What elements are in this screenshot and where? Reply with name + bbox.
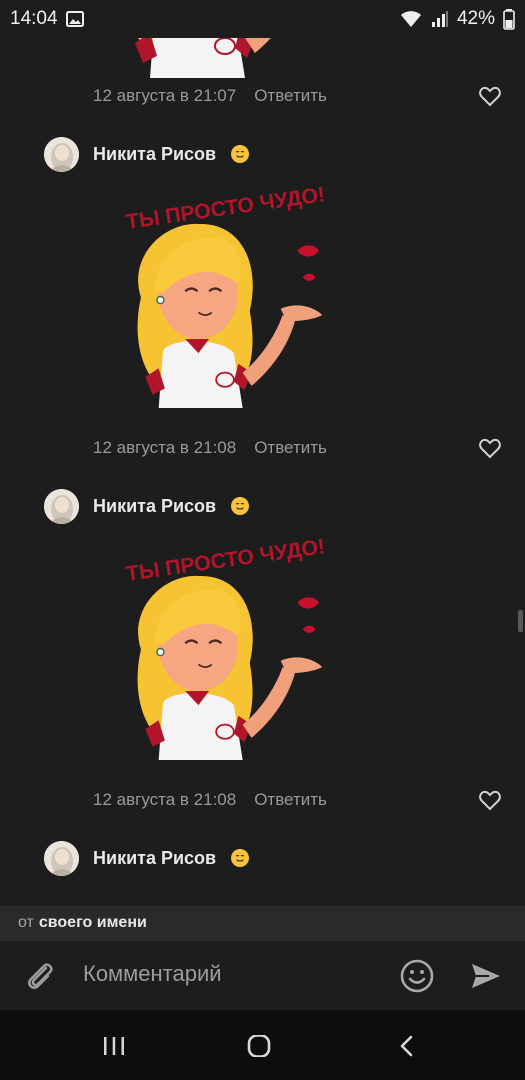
comment-input[interactable]: Комментарий	[83, 961, 222, 987]
heart-icon[interactable]	[478, 84, 502, 108]
sticker-image: ТЫ ПРОСТО ЧУДО!	[125, 535, 327, 760]
scrollbar-thumb[interactable]	[518, 610, 523, 632]
post-as-name[interactable]: своего имени	[39, 914, 147, 932]
recent-apps-icon[interactable]	[101, 1035, 127, 1057]
smile-emoji-icon	[231, 849, 250, 867]
avatar[interactable]	[44, 488, 79, 524]
heart-icon[interactable]	[478, 788, 502, 812]
sticker-caption: ТЫ ПРОСТО ЧУДО!	[125, 535, 327, 586]
heart-icon[interactable]	[478, 436, 502, 460]
comment-author-row[interactable]: Никита Рисов	[44, 840, 250, 876]
system-navigation-bar	[0, 1010, 525, 1080]
comment-meta: 12 августа в 21:08 Ответить	[93, 788, 327, 812]
author-name[interactable]: Никита Рисов	[93, 144, 216, 165]
smile-emoji-icon	[231, 497, 250, 515]
status-bar: 14:04 42%	[0, 0, 525, 38]
reply-link[interactable]: Ответить	[254, 790, 327, 810]
comments-feed[interactable]: 12 августа в 21:07 Ответить Никита Рисов…	[0, 38, 525, 906]
gallery-icon	[65, 11, 84, 27]
comment-date: 12 августа в 21:08	[93, 438, 237, 457]
emoji-icon[interactable]	[399, 958, 435, 994]
wifi-icon	[400, 11, 421, 27]
attach-icon[interactable]	[24, 959, 56, 993]
sticker-caption: ТЫ ПРОСТО ЧУДО!	[125, 183, 327, 234]
smile-emoji-icon	[231, 145, 250, 163]
post-as-prefix: от	[18, 914, 34, 931]
avatar[interactable]	[44, 136, 79, 172]
reply-link[interactable]: Ответить	[254, 86, 327, 106]
comment-meta: 12 августа в 21:08 Ответить	[93, 436, 327, 460]
author-name[interactable]: Никита Рисов	[93, 848, 216, 869]
comment-date: 12 августа в 21:07	[93, 86, 237, 105]
signal-icon	[431, 11, 448, 27]
sticker-image	[95, 888, 355, 906]
post-as-bar[interactable]: от своего имени	[0, 906, 525, 940]
comment-date: 12 августа в 21:08	[93, 790, 237, 809]
battery-percent: 42%	[456, 8, 495, 29]
comment-author-row[interactable]: Никита Рисов	[44, 488, 250, 524]
comment-meta: 12 августа в 21:07 Ответить	[93, 84, 327, 108]
comment-composer: Комментарий	[0, 940, 525, 1010]
home-icon[interactable]	[246, 1035, 272, 1057]
battery-icon	[503, 9, 515, 30]
avatar[interactable]	[44, 840, 79, 876]
sticker-image	[124, 38, 337, 78]
reply-link[interactable]: Ответить	[254, 438, 327, 458]
sticker-image: ТЫ ПРОСТО ЧУДО!	[125, 183, 327, 408]
status-time: 14:04	[10, 8, 58, 29]
back-icon[interactable]	[394, 1035, 420, 1057]
send-icon[interactable]	[469, 959, 503, 993]
author-name[interactable]: Никита Рисов	[93, 496, 216, 517]
comment-author-row[interactable]: Никита Рисов	[44, 136, 250, 172]
